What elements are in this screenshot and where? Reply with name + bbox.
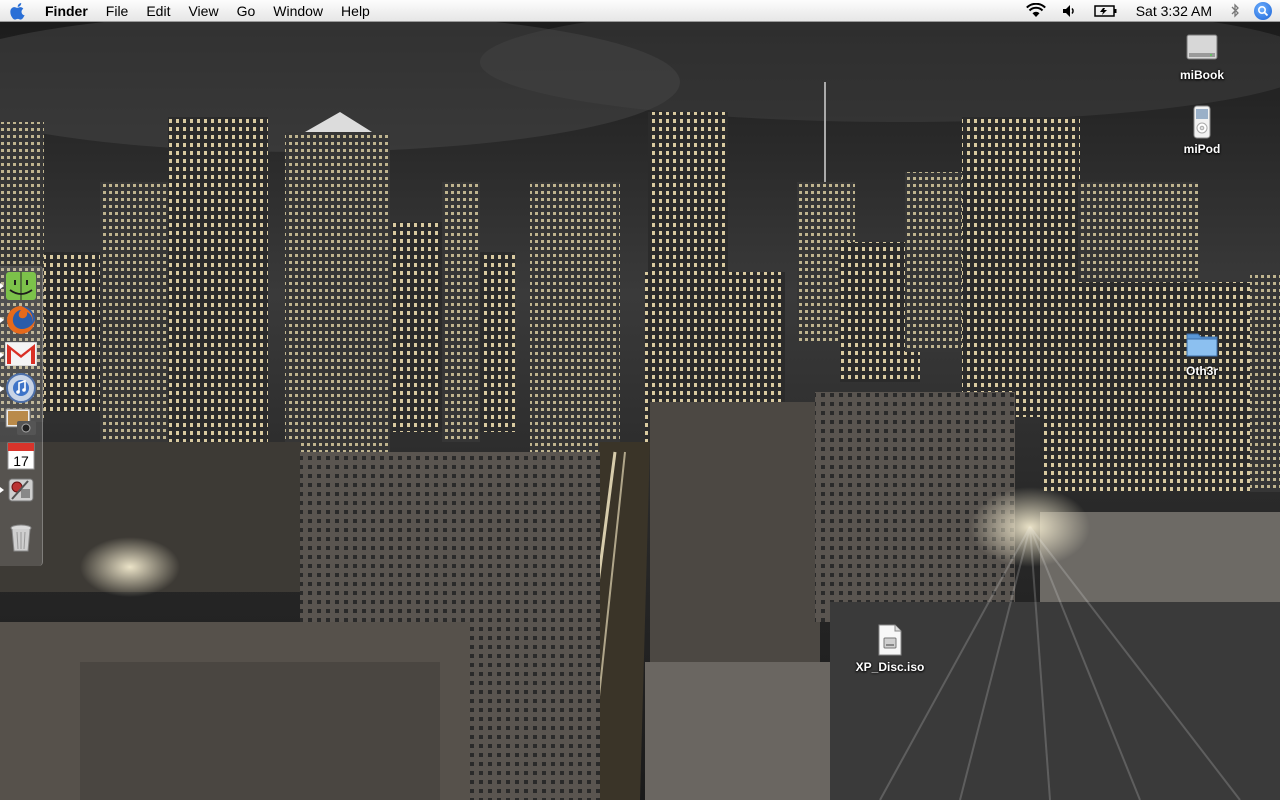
- speaker-icon[interactable]: [1054, 0, 1086, 22]
- finder-icon: [6, 272, 36, 300]
- desktop-icon-mibook[interactable]: miBook: [1157, 30, 1247, 82]
- disk-image-file-icon: [872, 622, 908, 658]
- spotlight-search-icon[interactable]: [1254, 1, 1272, 20]
- desktop[interactable]: [0, 22, 1280, 800]
- menu-help[interactable]: Help: [332, 0, 379, 22]
- running-indicator: [0, 487, 4, 493]
- firefox-icon: [7, 306, 35, 334]
- dock-item-system-preferences[interactable]: [5, 474, 37, 506]
- desktop-icon-mipod[interactable]: miPod: [1157, 104, 1247, 156]
- desktop-icon-xp-disc-iso[interactable]: XP_Disc.iso: [845, 622, 935, 674]
- dock-item-firefox[interactable]: [5, 304, 37, 336]
- dock-item-trash[interactable]: [5, 522, 37, 554]
- menu-go[interactable]: Go: [228, 0, 265, 22]
- menu-file[interactable]: File: [97, 0, 138, 22]
- city-night-wallpaper: [0, 22, 1280, 800]
- running-indicator: [0, 386, 4, 392]
- running-indicator: [0, 283, 4, 289]
- desktop-icon-label: Oth3r: [1185, 364, 1218, 378]
- iphoto-icon: [5, 408, 36, 435]
- dock-item-itunes[interactable]: [5, 372, 37, 404]
- menu-app-finder[interactable]: Finder: [36, 0, 97, 22]
- desktop-icon-label: miBook: [1179, 68, 1224, 82]
- desktop-icon-label: miPod: [1183, 142, 1221, 156]
- menu-clock[interactable]: Sat 3:32 AM: [1126, 0, 1222, 22]
- menu-view[interactable]: View: [179, 0, 227, 22]
- ipod-icon: [1184, 104, 1220, 140]
- dock-item-ical[interactable]: 17: [5, 440, 37, 472]
- gmail-icon: [5, 342, 37, 366]
- itunes-icon: [6, 373, 36, 403]
- hard-drive-icon: [1184, 30, 1220, 66]
- dock-item-iphoto[interactable]: [5, 406, 37, 438]
- trash-icon: [10, 524, 32, 552]
- desktop-icon-oth3r[interactable]: Oth3r: [1157, 326, 1247, 378]
- menu-bar: Finder File Edit View Go Window Help Sat…: [0, 0, 1280, 22]
- folder-icon: [1184, 326, 1220, 362]
- dock-item-gmail[interactable]: [5, 338, 37, 370]
- menu-edit[interactable]: Edit: [137, 0, 179, 22]
- battery-icon[interactable]: [1086, 0, 1126, 22]
- wifi-icon[interactable]: [1018, 0, 1054, 22]
- running-indicator: [0, 317, 4, 323]
- dock: 17: [0, 266, 43, 566]
- menu-window[interactable]: Window: [264, 0, 332, 22]
- system-preferences-icon: [8, 478, 34, 502]
- ical-date-badge: 17: [13, 453, 29, 469]
- dock-item-finder[interactable]: [5, 270, 37, 302]
- bluetooth-icon[interactable]: [1222, 0, 1248, 22]
- ical-icon: 17: [7, 442, 35, 470]
- running-indicator: [0, 352, 4, 358]
- desktop-icon-label: XP_Disc.iso: [855, 660, 925, 674]
- apple-logo-icon[interactable]: [0, 0, 36, 22]
